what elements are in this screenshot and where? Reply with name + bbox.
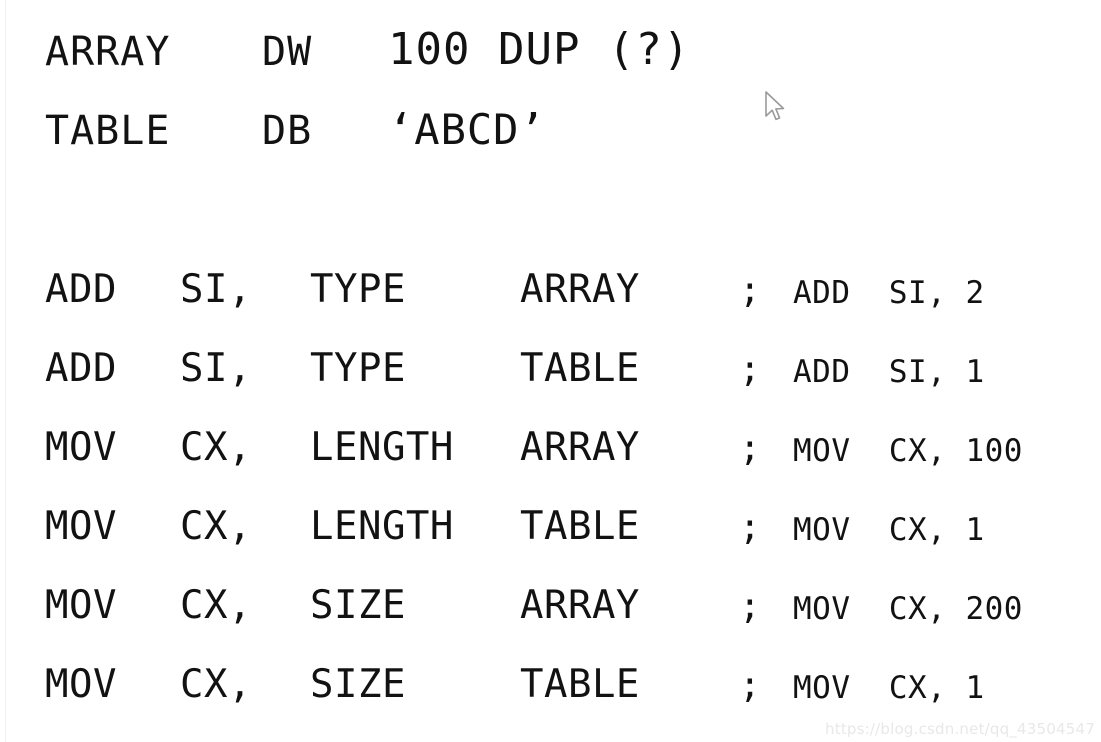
- left-edge-rule: [5, 0, 6, 742]
- code-register: CX,: [180, 583, 252, 628]
- declaration-value: 100 DUP (?): [388, 24, 691, 75]
- code-comment: MOV CX, 100: [793, 433, 1023, 469]
- code-comment: MOV CX, 1: [793, 512, 985, 548]
- code-symbol: ARRAY: [520, 267, 640, 312]
- declaration-type: DB: [262, 108, 313, 154]
- arrow-pointer-icon: [763, 90, 787, 126]
- declaration-name: TABLE: [45, 108, 171, 154]
- declaration-value: ‘ABCD’: [388, 105, 546, 154]
- code-symbol: ARRAY: [520, 583, 640, 628]
- comment-marker-icon: ;: [739, 428, 761, 469]
- code-operator: TYPE: [310, 267, 406, 312]
- code-mnemonic: ADD: [45, 346, 117, 391]
- code-comment: MOV CX, 200: [793, 591, 1023, 627]
- code-register: SI,: [180, 346, 252, 391]
- code-mnemonic: MOV: [45, 425, 117, 470]
- comment-marker-icon: ;: [739, 270, 761, 311]
- code-symbol: TABLE: [520, 662, 640, 707]
- code-register: CX,: [180, 662, 252, 707]
- declaration-type: DW: [262, 29, 313, 75]
- slide-canvas: ARRAY DW 100 DUP (?) TABLE DB ‘ABCD’ ADD…: [0, 0, 1101, 742]
- comment-marker-icon: ;: [739, 665, 761, 706]
- code-mnemonic: MOV: [45, 504, 117, 549]
- code-symbol: TABLE: [520, 504, 640, 549]
- code-comment: ADD SI, 2: [793, 275, 985, 311]
- code-register: CX,: [180, 504, 252, 549]
- code-comment: MOV CX, 1: [793, 670, 985, 706]
- code-comment: ADD SI, 1: [793, 354, 985, 390]
- code-mnemonic: ADD: [45, 267, 117, 312]
- code-operator: LENGTH: [310, 425, 454, 470]
- code-register: CX,: [180, 425, 252, 470]
- code-operator: TYPE: [310, 346, 406, 391]
- code-symbol: ARRAY: [520, 425, 640, 470]
- declaration-name: ARRAY: [45, 29, 171, 75]
- watermark-text: https://blog.csdn.net/qq_43504547: [825, 720, 1095, 738]
- code-register: SI,: [180, 267, 252, 312]
- comment-marker-icon: ;: [739, 507, 761, 548]
- code-symbol: TABLE: [520, 346, 640, 391]
- comment-marker-icon: ;: [739, 349, 761, 390]
- code-operator: LENGTH: [310, 504, 454, 549]
- code-operator: SIZE: [310, 583, 406, 628]
- code-mnemonic: MOV: [45, 583, 117, 628]
- comment-marker-icon: ;: [739, 586, 761, 627]
- code-operator: SIZE: [310, 662, 406, 707]
- code-mnemonic: MOV: [45, 662, 117, 707]
